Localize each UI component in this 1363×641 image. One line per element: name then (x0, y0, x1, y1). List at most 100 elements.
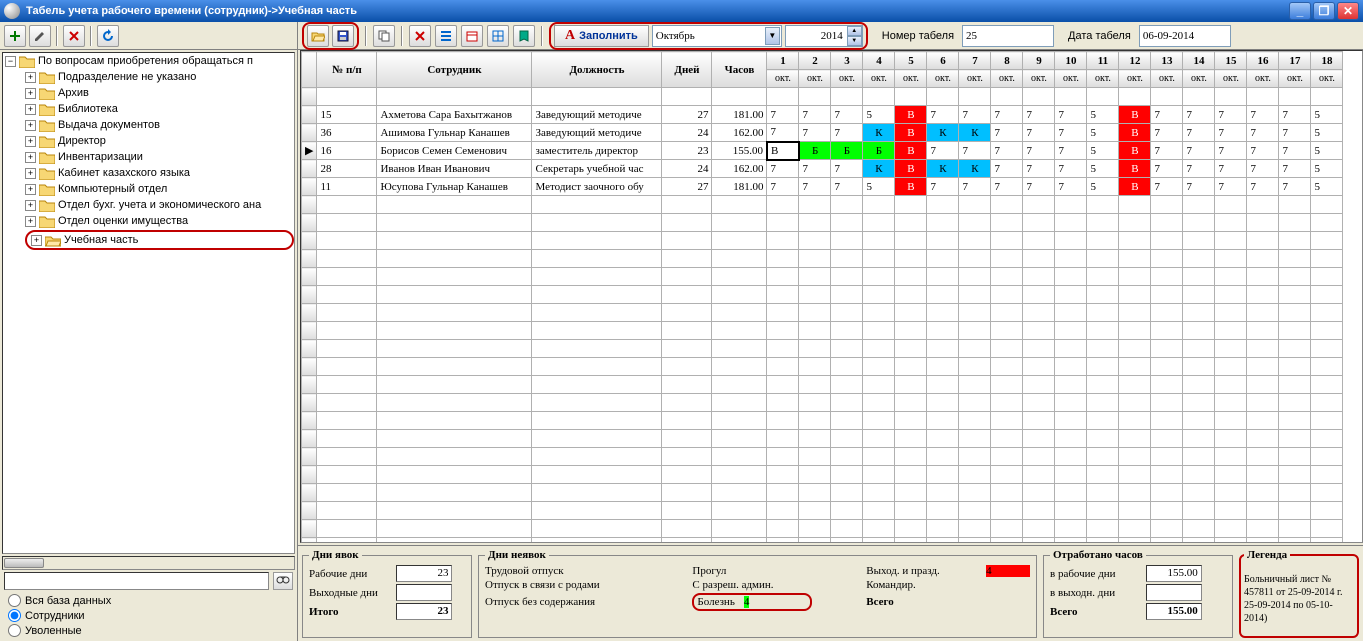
tree-item[interactable]: + Кабинет казахского языка (25, 165, 294, 181)
tree-item-label[interactable]: Выдача документов (58, 117, 160, 133)
day-cell[interactable]: К (927, 124, 959, 142)
day-cell[interactable]: 7 (1023, 106, 1055, 124)
minimize-button[interactable]: _ (1289, 2, 1311, 20)
day-cell[interactable]: 7 (1247, 124, 1279, 142)
grid-button[interactable] (487, 25, 509, 47)
tree-item-label[interactable]: Библиотека (58, 101, 118, 117)
radio-fired[interactable]: Уволенные (8, 624, 289, 637)
day-cell[interactable]: 7 (1215, 124, 1247, 142)
day-cell[interactable]: 7 (1055, 142, 1087, 160)
tree-collapse-icon[interactable]: − (5, 56, 16, 67)
day-cell[interactable]: 7 (1215, 106, 1247, 124)
day-cell[interactable]: 7 (959, 178, 991, 196)
day-cell[interactable]: 5 (863, 178, 895, 196)
day-cell[interactable]: 7 (1055, 124, 1087, 142)
day-cell[interactable]: 7 (1023, 178, 1055, 196)
day-cell[interactable]: В (767, 142, 799, 160)
timesheet-grid[interactable]: № п/пСотрудникДолжностьДнейЧасов12345678… (300, 50, 1363, 543)
tree-item[interactable]: +Подразделение не указано (25, 69, 294, 85)
day-cell[interactable]: 7 (991, 160, 1023, 178)
day-cell[interactable]: В (895, 124, 927, 142)
day-cell[interactable]: 7 (767, 178, 799, 196)
day-cell[interactable]: 7 (799, 178, 831, 196)
tree-item-label[interactable]: Отдел бухг. учета и экономического ана (58, 197, 261, 213)
table-row[interactable]: 28Иванов Иван ИвановичСекретарь учебной … (302, 160, 1343, 178)
tree-hscroll[interactable] (2, 556, 295, 570)
tree-item[interactable]: +Выдача документов (25, 117, 294, 133)
day-cell[interactable]: 7 (1023, 124, 1055, 142)
day-cell[interactable]: 5 (1311, 106, 1343, 124)
day-cell[interactable]: 7 (1023, 142, 1055, 160)
list-button[interactable] (435, 25, 457, 47)
day-cell[interactable]: 7 (927, 178, 959, 196)
day-cell[interactable]: 7 (1151, 160, 1183, 178)
month-combo[interactable]: Октябрь▼ (652, 25, 782, 47)
day-cell[interactable]: 5 (1087, 124, 1119, 142)
day-cell[interactable]: 7 (1215, 160, 1247, 178)
refresh-button[interactable] (97, 25, 119, 47)
tree-item[interactable]: +Инвентаризации (25, 149, 294, 165)
tree-expand-icon[interactable]: + (25, 216, 36, 227)
search-input[interactable] (4, 572, 269, 590)
edit-button[interactable] (29, 25, 51, 47)
tree-expand-icon[interactable]: + (25, 200, 36, 211)
year-spinner[interactable]: 2014▲▼ (785, 25, 863, 47)
day-cell[interactable]: 7 (1279, 178, 1311, 196)
day-cell[interactable]: 5 (1311, 124, 1343, 142)
tree-expand-icon[interactable]: + (25, 168, 36, 179)
day-cell[interactable]: 7 (767, 106, 799, 124)
day-cell[interactable]: В (1119, 160, 1151, 178)
radio-employees[interactable]: Сотрудники (8, 609, 289, 622)
day-cell[interactable]: 5 (1087, 178, 1119, 196)
tabnum-field[interactable]: 25 (962, 25, 1054, 47)
day-cell[interactable]: 7 (799, 106, 831, 124)
day-cell[interactable]: В (1119, 142, 1151, 160)
day-cell[interactable]: 7 (767, 160, 799, 178)
day-cell[interactable]: В (1119, 106, 1151, 124)
day-cell[interactable]: 7 (767, 124, 799, 142)
day-cell[interactable]: 7 (927, 142, 959, 160)
day-cell[interactable]: 7 (1279, 142, 1311, 160)
tree-item[interactable]: +Библиотека (25, 101, 294, 117)
org-tree[interactable]: − По вопросам приобретения обращаться п … (2, 52, 295, 554)
day-cell[interactable]: 7 (1247, 106, 1279, 124)
tree-expand-icon[interactable]: + (25, 184, 36, 195)
save-button[interactable] (332, 25, 354, 47)
table-row[interactable]: 11Юсупова Гульнар КанашевМетодист заочно… (302, 178, 1343, 196)
day-cell[interactable]: К (959, 160, 991, 178)
day-cell[interactable]: 7 (831, 124, 863, 142)
day-cell[interactable]: В (895, 106, 927, 124)
day-cell[interactable]: 7 (1151, 124, 1183, 142)
day-cell[interactable]: 7 (927, 106, 959, 124)
day-cell[interactable]: К (863, 124, 895, 142)
maximize-button[interactable]: ❐ (1313, 2, 1335, 20)
day-cell[interactable]: 7 (991, 106, 1023, 124)
day-cell[interactable]: 7 (1183, 178, 1215, 196)
fill-button[interactable]: АЗаполнить (554, 25, 649, 47)
day-cell[interactable]: 7 (1151, 142, 1183, 160)
day-cell[interactable]: 7 (1183, 160, 1215, 178)
tree-item[interactable]: +Архив (25, 85, 294, 101)
table-row[interactable]: 36Ашимова Гульнар КанашевЗаведующий мето… (302, 124, 1343, 142)
day-cell[interactable]: В (895, 142, 927, 160)
radio-all[interactable]: Вся база данных (8, 594, 289, 607)
day-cell[interactable]: 7 (1183, 142, 1215, 160)
tree-root-label[interactable]: По вопросам приобретения обращаться п (38, 53, 253, 69)
day-cell[interactable]: 7 (1055, 160, 1087, 178)
delete-button[interactable] (63, 25, 85, 47)
day-cell[interactable]: 7 (959, 142, 991, 160)
day-cell[interactable]: 7 (1279, 160, 1311, 178)
search-button[interactable] (273, 572, 293, 590)
day-cell[interactable]: 7 (1183, 106, 1215, 124)
day-cell[interactable]: 7 (1215, 178, 1247, 196)
tree-item[interactable]: +Компьютерный отдел (25, 181, 294, 197)
day-cell[interactable]: 7 (799, 160, 831, 178)
tree-item-label[interactable]: Подразделение не указано (58, 69, 196, 85)
day-cell[interactable]: 7 (1055, 178, 1087, 196)
tree-item-label[interactable]: Отдел оценки имущества (58, 213, 188, 229)
tree-item-label[interactable]: Кабинет казахского языка (58, 165, 190, 181)
day-cell[interactable]: 7 (1183, 124, 1215, 142)
day-cell[interactable]: 7 (1023, 160, 1055, 178)
day-cell[interactable]: 7 (991, 178, 1023, 196)
day-cell[interactable]: В (895, 160, 927, 178)
